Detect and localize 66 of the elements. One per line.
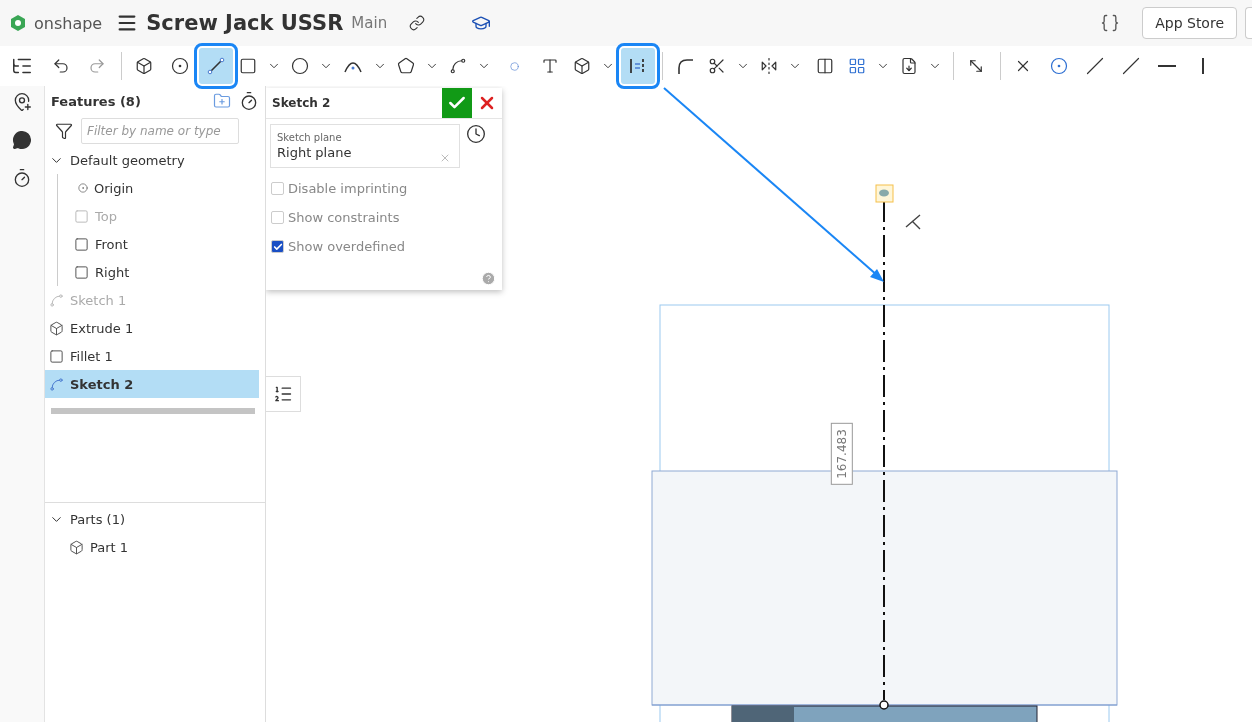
box-icon xyxy=(135,57,153,75)
filter-icon xyxy=(55,122,73,140)
option-checkbox[interactable]: Show overdefined xyxy=(266,232,502,261)
timer-icon xyxy=(12,168,32,188)
add-folder-icon xyxy=(213,92,231,110)
origin-icon xyxy=(78,183,88,193)
feature-item[interactable]: Fillet 1 xyxy=(45,342,259,370)
logo-icon xyxy=(10,14,26,32)
sketch-plane-field[interactable]: Sketch plane Right plane xyxy=(270,124,460,168)
file-icon xyxy=(900,57,918,75)
use-icon xyxy=(816,57,834,75)
list-icon xyxy=(273,384,293,404)
dimension-icon xyxy=(967,57,985,75)
accept-button[interactable] xyxy=(442,88,472,118)
cube-icon xyxy=(573,57,591,75)
checkbox[interactable] xyxy=(271,240,284,253)
brand-name: onshape xyxy=(34,13,103,33)
branch-name: Main xyxy=(351,14,388,32)
dimension-label[interactable]: 167.483 xyxy=(830,423,853,485)
app-store-button[interactable]: App Store xyxy=(1142,7,1237,39)
polygon-icon xyxy=(397,57,415,75)
panel-title: Features (8) xyxy=(51,93,142,109)
option-checkbox[interactable]: Disable imprinting xyxy=(266,174,502,203)
grid-icon xyxy=(848,57,866,75)
feature-item[interactable]: Front xyxy=(58,230,259,258)
concentric-icon xyxy=(1050,57,1068,75)
rollback-timer-icon xyxy=(239,91,259,111)
feature-item[interactable]: Right xyxy=(58,258,259,286)
check-icon xyxy=(272,241,283,252)
help-icon xyxy=(481,271,496,286)
option-checkbox[interactable]: Show constraints xyxy=(266,203,502,232)
feature-item[interactable]: Sketch 2 xyxy=(45,370,259,398)
spline-icon xyxy=(449,57,467,75)
text-icon xyxy=(541,57,559,75)
scissors-icon xyxy=(708,57,726,75)
tree-group[interactable]: Default geometry xyxy=(45,146,259,174)
document-title: Screw Jack USSR xyxy=(146,11,344,35)
horizontal-icon xyxy=(1158,64,1176,68)
feature-item[interactable]: Origin xyxy=(58,174,259,202)
comment-icon xyxy=(12,130,32,150)
variables-icon xyxy=(1100,13,1121,33)
part-icon xyxy=(69,539,84,555)
feature-item[interactable]: Part 1 xyxy=(45,533,259,561)
collapse-tab[interactable] xyxy=(266,376,301,412)
plane-icon xyxy=(74,236,89,252)
redo-icon xyxy=(88,57,106,75)
filter-field[interactable]: Filter by name or type xyxy=(81,118,239,144)
extrude-icon xyxy=(49,320,64,336)
feature-item[interactable]: Extrude 1 xyxy=(45,314,259,342)
plane-icon xyxy=(74,264,89,280)
plane-icon xyxy=(74,208,89,224)
clear-icon xyxy=(439,152,451,164)
line-icon xyxy=(206,56,226,76)
checkbox[interactable] xyxy=(271,211,284,224)
circle-icon xyxy=(291,57,309,75)
point-icon xyxy=(509,61,519,71)
dialog-title: Sketch 2 xyxy=(271,96,332,110)
rectangle-icon xyxy=(239,57,257,75)
undo-icon xyxy=(52,57,70,75)
clock-icon xyxy=(466,124,486,144)
vertical-icon xyxy=(1200,56,1206,76)
cancel-button[interactable] xyxy=(472,88,502,118)
tree-group[interactable]: Parts (1) xyxy=(45,505,259,533)
mate-connector-icon xyxy=(12,92,32,112)
link-icon xyxy=(409,15,426,31)
checkbox[interactable] xyxy=(271,182,284,195)
